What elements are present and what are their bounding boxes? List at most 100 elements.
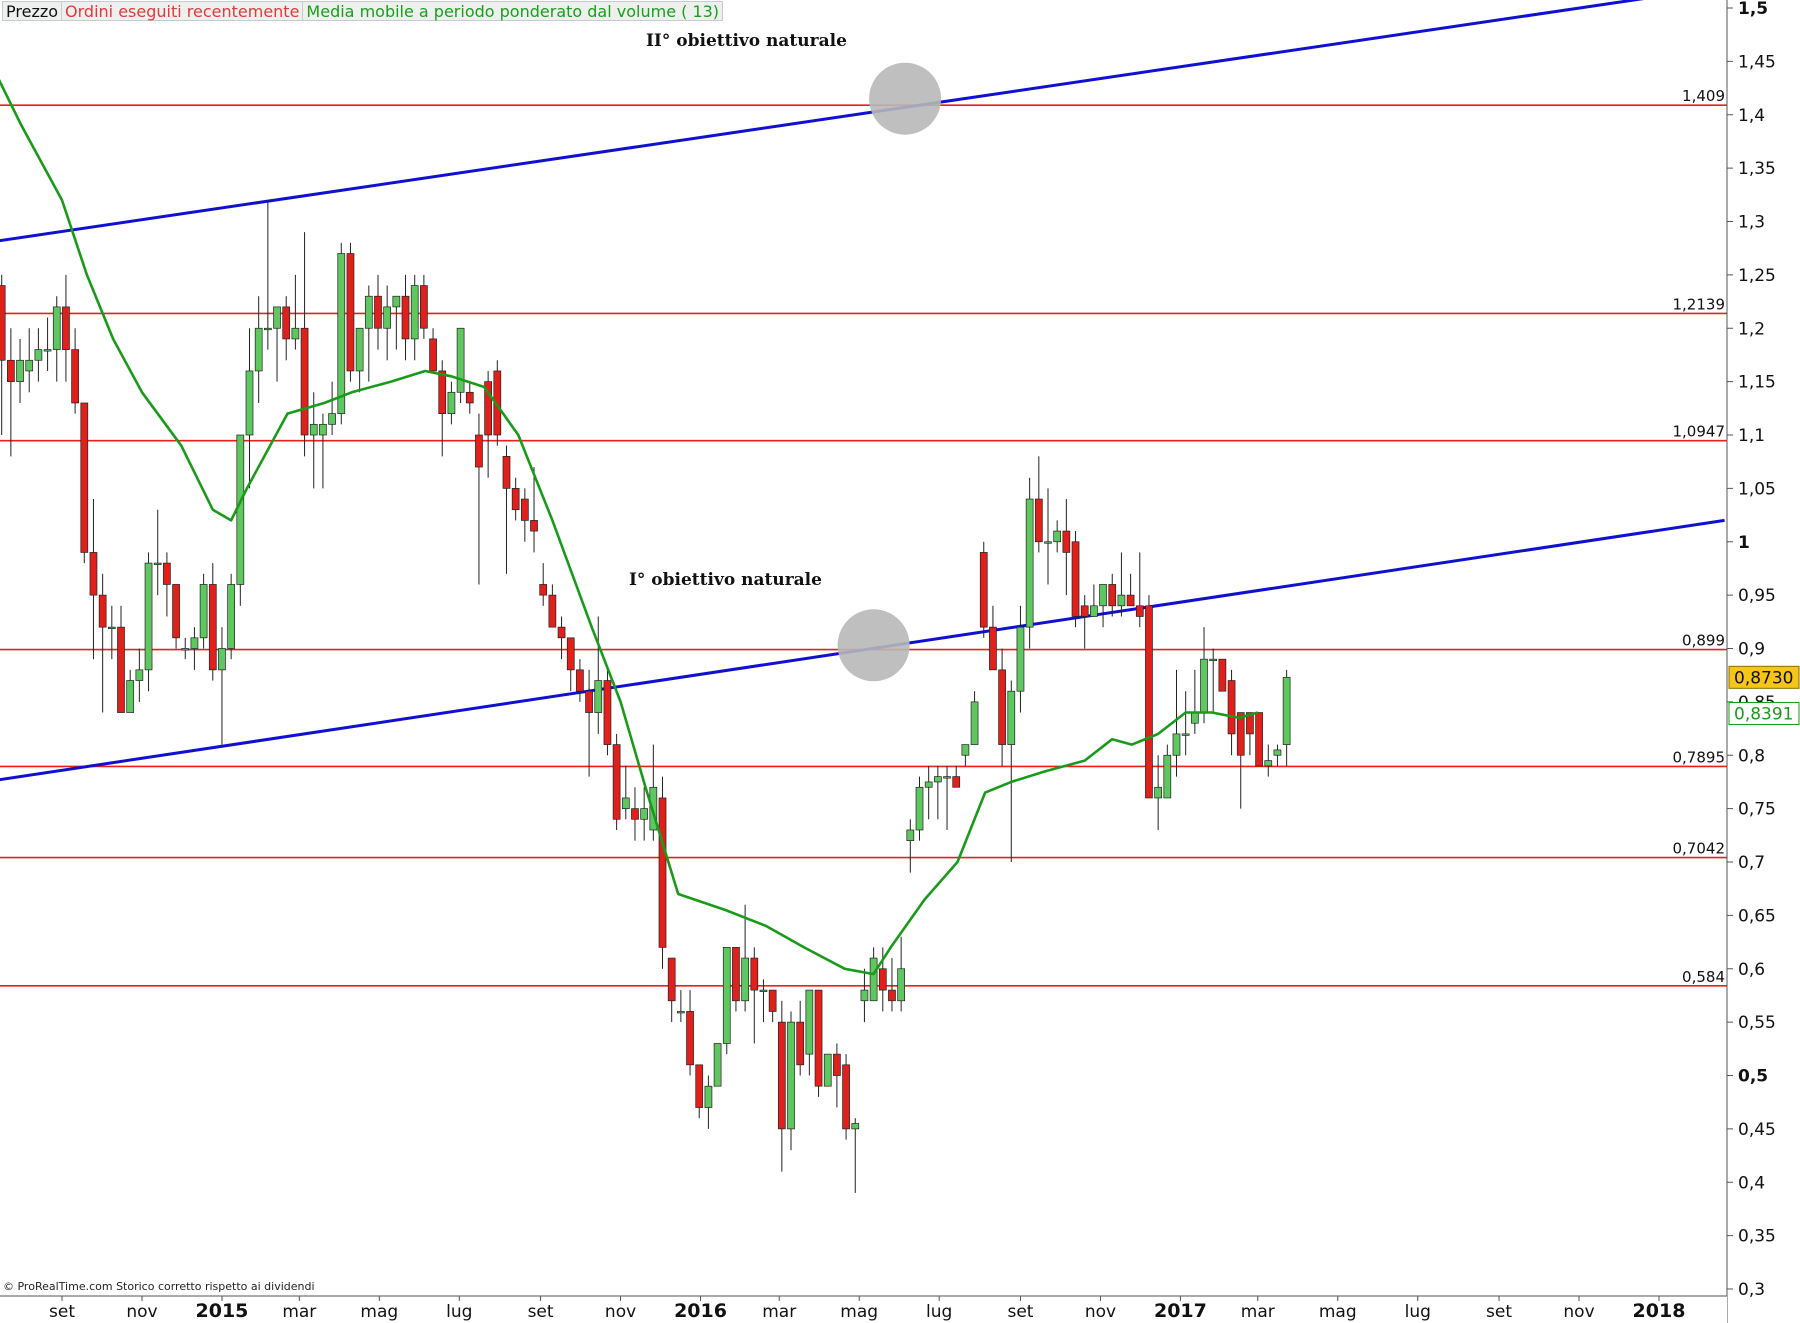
candle (1145, 595, 1153, 799)
level-label: 0,7895 (1673, 748, 1726, 766)
candle (227, 573, 235, 660)
candle-body (300, 327, 309, 436)
candle (842, 1054, 850, 1140)
y-tick-label: 1,2 (1738, 319, 1765, 339)
candle (934, 765, 942, 820)
candle (328, 381, 336, 435)
candle-body (328, 413, 336, 425)
candle-body (245, 370, 254, 436)
candle (52, 296, 61, 382)
y-tick-label: 0,7 (1738, 853, 1765, 873)
y-tick-label: 0,3 (1738, 1280, 1765, 1300)
candle-body (0, 285, 6, 361)
candle-body (979, 552, 988, 628)
candle (924, 765, 933, 820)
candle (548, 584, 557, 628)
candle-body (475, 434, 483, 468)
candle-body (585, 690, 593, 713)
candle (135, 648, 144, 702)
candle (1190, 669, 1199, 734)
y-tick-label: 0,55 (1738, 1013, 1776, 1033)
level-label: 1,0947 (1673, 423, 1726, 441)
candle-body (1090, 605, 1098, 617)
candle (520, 488, 529, 542)
candle-body (603, 680, 612, 745)
candle (282, 296, 291, 361)
candle-body (787, 1021, 795, 1130)
candle-body (539, 584, 548, 596)
candle (686, 990, 694, 1076)
candle-body (456, 327, 465, 393)
candle-body (1007, 690, 1016, 745)
candle (71, 328, 79, 414)
candle (1172, 669, 1181, 777)
candle-body (273, 306, 281, 329)
y-tick-label: 1 (1738, 533, 1750, 553)
candle-body (621, 797, 630, 809)
candle-body (337, 253, 346, 414)
candle (594, 616, 603, 734)
candle-body (530, 520, 538, 532)
candle (89, 499, 98, 660)
candle-body (401, 295, 410, 340)
candle (374, 274, 382, 350)
candle (906, 819, 915, 873)
candle-body (970, 701, 979, 745)
candle (915, 776, 924, 841)
y-tick-label: 0,6 (1738, 960, 1765, 980)
target-circle (837, 609, 910, 682)
price-chart[interactable]: II° obiettivo naturale I° obiettivo natur… (0, 0, 1800, 1323)
candle-body (1044, 541, 1052, 544)
candle-body (631, 808, 639, 820)
candle (970, 691, 979, 745)
candle-body (25, 359, 34, 372)
x-tick-label: mag (360, 1302, 398, 1322)
candle-body (860, 989, 869, 1002)
candle-body (1071, 541, 1080, 617)
candle (741, 904, 749, 1012)
candle-body (695, 1064, 704, 1108)
y-tick-label: 1,05 (1738, 479, 1776, 499)
candle-body (511, 488, 520, 511)
candle (300, 232, 309, 457)
candle (952, 765, 961, 788)
candle-body (548, 594, 557, 628)
candle-body (80, 402, 89, 553)
candle (750, 947, 759, 1044)
candle-body (704, 1085, 713, 1108)
candle (465, 381, 474, 414)
candle-body (1218, 658, 1227, 692)
candle (0, 274, 6, 435)
candle-body (218, 648, 226, 671)
candle-body (557, 626, 566, 639)
candle (585, 669, 593, 777)
candle-body (989, 626, 997, 671)
candle-body (62, 306, 70, 350)
candle (264, 200, 272, 350)
last-price-label: 0,8730 (1734, 668, 1793, 688)
candle (1264, 744, 1273, 777)
candle (98, 573, 107, 713)
candle-body (1227, 680, 1236, 735)
candle (1117, 552, 1126, 617)
y-tick-label: 0,75 (1738, 800, 1776, 820)
candle (823, 1053, 832, 1087)
candle (1218, 658, 1227, 692)
y-tick-label: 1,35 (1738, 159, 1776, 179)
candle-body (888, 989, 896, 1002)
x-tick-label: lug (1405, 1302, 1431, 1322)
candle-body (153, 562, 162, 565)
candle-body (43, 349, 52, 352)
candle-body (961, 744, 970, 756)
candle-body (906, 829, 915, 841)
x-tick-label: mar (282, 1302, 316, 1322)
candle (429, 328, 437, 372)
candle-body (576, 669, 584, 692)
candle-body (842, 1064, 850, 1130)
copyright-note: © ProRealTime.com Storico corretto rispe… (3, 1280, 315, 1293)
x-tick-label: 2018 (1633, 1300, 1686, 1322)
candle-body (869, 957, 878, 1002)
x-tick-label: nov (1085, 1302, 1116, 1322)
candle (383, 285, 392, 361)
candle-body (1209, 658, 1218, 662)
